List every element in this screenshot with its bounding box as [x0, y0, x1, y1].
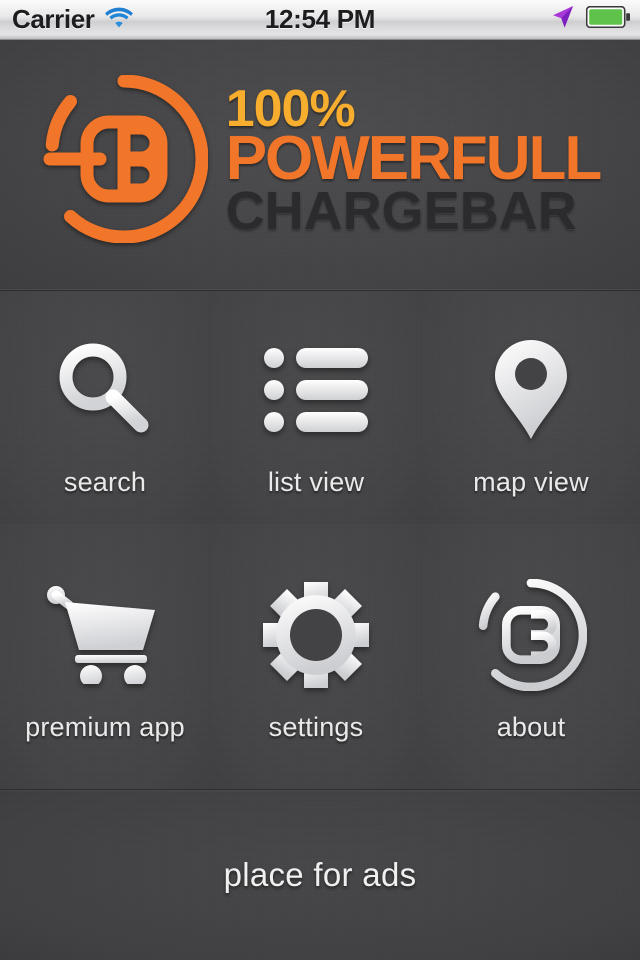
carrier-label: Carrier	[12, 4, 95, 34]
list-view-icon	[264, 335, 368, 445]
gear-icon	[263, 576, 369, 694]
chargebar-cb-logo-icon	[40, 74, 209, 248]
chargebar-cb-logo-icon	[475, 576, 587, 694]
search-icon	[53, 335, 157, 445]
menu-label-settings: settings	[268, 712, 364, 742]
status-bar-right	[550, 4, 640, 35]
menu-label-premium-app: premium app	[25, 712, 185, 742]
menu-label-about: about	[496, 712, 566, 742]
menu-grid: search list view map view premium app se…	[0, 291, 640, 790]
app-root: Carrier 12:54 PM 100% POWERFULL CHARGEBA…	[0, 0, 640, 960]
menu-label-search: search	[63, 467, 147, 497]
brand-line-3: CHARGEBAR	[225, 181, 577, 242]
menu-item-map-view[interactable]: map view	[422, 291, 640, 523]
menu-label-list-view: list view	[267, 467, 365, 497]
map-pin-icon	[491, 335, 571, 445]
location-arrow-icon	[550, 4, 576, 35]
battery-full-icon	[585, 5, 631, 33]
menu-label-map-view: map view	[473, 467, 589, 497]
brand-logo: 100% POWERFULL CHARGEBAR	[40, 74, 603, 248]
ad-placeholder-banner[interactable]: place for ads	[0, 790, 640, 960]
shopping-cart-icon	[47, 576, 163, 694]
app-header: 100% POWERFULL CHARGEBAR	[0, 40, 640, 291]
menu-item-settings[interactable]: settings	[211, 524, 421, 789]
menu-item-list-view[interactable]: list view	[211, 291, 421, 523]
clock-label: 12:54 PM	[264, 4, 376, 34]
status-bar-left: Carrier	[0, 4, 134, 35]
brand-wordmark: 100% POWERFULL CHARGEBAR	[225, 83, 603, 242]
wifi-icon	[104, 6, 134, 33]
ad-placeholder-label: place for ads	[223, 856, 417, 893]
menu-item-search[interactable]: search	[0, 291, 210, 523]
status-bar: Carrier 12:54 PM	[0, 0, 640, 40]
menu-item-about[interactable]: about	[422, 524, 640, 789]
menu-item-premium-app[interactable]: premium app	[0, 524, 210, 789]
brand-line-2: POWERFULL	[225, 123, 603, 193]
